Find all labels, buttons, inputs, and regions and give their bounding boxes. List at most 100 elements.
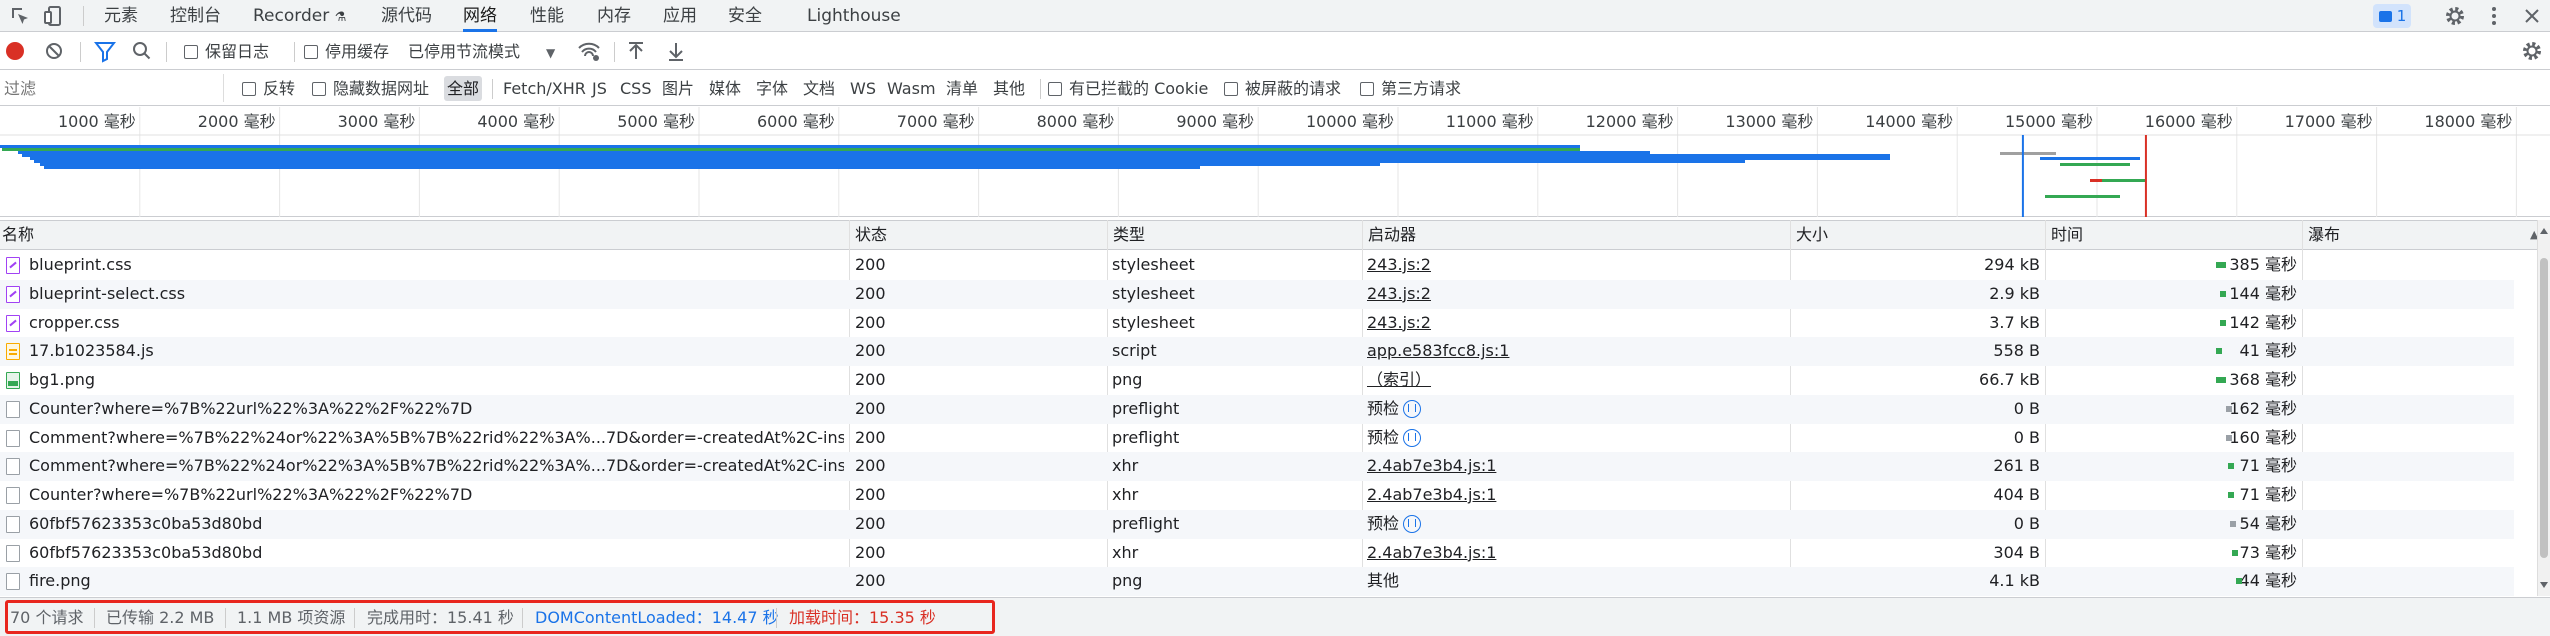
preflight-icon[interactable]	[1403, 428, 1422, 447]
tab-lighthouse[interactable]: Lighthouse	[807, 0, 901, 32]
tab-security[interactable]: 安全	[728, 0, 762, 32]
filter-input[interactable]	[0, 74, 224, 102]
request-name[interactable]: Comment?where=%7B%22%24or%22%3A%5B%7B%22…	[29, 424, 844, 453]
request-name[interactable]: blueprint-select.css	[29, 280, 844, 309]
table-row[interactable]: 60fbf57623353c0ba53d80bd 200 xhr 2.4ab7e3b4…	[0, 539, 2514, 568]
scroll-down-arrow-icon[interactable]	[2540, 582, 2548, 588]
hide-data-urls-checkbox[interactable]: 隐藏数据网址	[312, 71, 429, 106]
table-row[interactable]: 60fbf57623353c0ba53d80bd 200 preflight 预检 0 …	[0, 509, 2514, 539]
table-row[interactable]: bg1.png 200 png （索引） 66.7 kB 368 毫秒	[0, 366, 2514, 395]
initiator-text[interactable]: 243.js:2	[1367, 284, 1431, 303]
tab-performance[interactable]: 性能	[530, 0, 564, 32]
blocked-cookies-checkbox[interactable]: 有已拦截的 Cookie	[1048, 71, 1208, 106]
issues-badge[interactable]: 1	[2373, 4, 2411, 28]
request-name[interactable]: fire.png	[29, 567, 844, 596]
table-row[interactable]: blueprint-select.css 200 stylesheet 243.js:…	[0, 279, 2514, 309]
network-settings-gear-icon[interactable]	[2520, 33, 2544, 70]
waterfall-bar[interactable]	[2220, 290, 2226, 297]
tab-console[interactable]: 控制台	[170, 0, 221, 32]
table-row[interactable]: cropper.css 200 stylesheet 243.js:2 3.7 kB 14…	[0, 309, 2514, 338]
inspect-element-icon[interactable]	[8, 4, 32, 28]
table-row[interactable]: Comment?where=%7B%22%24or%22%3A%5B%7B%22…	[0, 452, 2514, 481]
blocked-requests-checkbox[interactable]: 被屏蔽的请求	[1224, 71, 1341, 106]
table-row[interactable]: fire.png 200 png 其他 4.1 kB 44 毫秒	[0, 567, 2514, 596]
preflight-icon[interactable]	[1403, 514, 1422, 533]
table-row[interactable]: Counter?where=%7B%22url%22%3A%22%2F%22%7…	[0, 394, 2514, 424]
column-header-time[interactable]: 时间	[2049, 221, 2083, 249]
table-row[interactable]: blueprint.css 200 stylesheet 243.js:2 294 kB…	[0, 251, 2514, 280]
request-name[interactable]: 60fbf57623353c0ba53d80bd	[29, 539, 844, 568]
type-filter-img[interactable]: 图片	[659, 76, 697, 101]
clear-icon[interactable]	[44, 33, 64, 70]
type-filter-media[interactable]: 媒体	[706, 76, 744, 101]
invert-checkbox[interactable]: 反转	[242, 71, 295, 106]
type-filter-js[interactable]: JS	[589, 76, 610, 101]
device-toolbar-icon[interactable]	[42, 4, 66, 28]
tab-elements[interactable]: 元素	[104, 0, 138, 32]
waterfall-bar[interactable]	[2228, 463, 2234, 470]
tab-memory[interactable]: 内存	[597, 0, 631, 32]
waterfall-bar[interactable]	[2226, 434, 2232, 441]
table-row[interactable]: 17.b1023584.js 200 script app.e583fcc8.js:1…	[0, 337, 2514, 366]
initiator-text[interactable]: app.e583fcc8.js:1	[1367, 341, 1509, 360]
waterfall-bar[interactable]	[2228, 492, 2234, 498]
request-name[interactable]: 17.b1023584.js	[29, 337, 844, 366]
waterfall-bar[interactable]	[2220, 319, 2226, 326]
type-filter-other[interactable]: 其他	[990, 76, 1028, 101]
throttling-select[interactable]: 已停用节流模式 ▼	[408, 33, 555, 70]
waterfall-bar[interactable]	[2226, 405, 2232, 412]
settings-gear-icon[interactable]	[2443, 4, 2467, 28]
request-name[interactable]: Counter?where=%7B%22url%22%3A%22%2F%22%7…	[29, 395, 844, 424]
tab-recorder[interactable]: Recorder ⚗	[253, 0, 346, 32]
initiator-text[interactable]: 243.js:2	[1367, 313, 1431, 332]
waterfall-bar[interactable]	[2216, 377, 2226, 383]
preflight-icon[interactable]	[1403, 399, 1422, 418]
type-filter-wasm[interactable]: Wasm	[884, 76, 939, 101]
tab-application[interactable]: 应用	[663, 0, 697, 32]
table-row[interactable]: Comment?where=%7B%22%24or%22%3A%5B%7B%22…	[0, 424, 2514, 453]
waterfall-bar[interactable]	[2232, 549, 2238, 556]
request-name[interactable]: blueprint.css	[29, 251, 844, 280]
request-name[interactable]: Comment?where=%7B%22%24or%22%3A%5B%7B%22…	[29, 452, 844, 481]
initiator-text[interactable]: 243.js:2	[1367, 255, 1431, 274]
import-har-icon[interactable]	[626, 33, 646, 70]
vertical-scrollbar[interactable]	[2537, 220, 2550, 596]
type-filter-all[interactable]: 全部	[444, 76, 483, 101]
search-icon[interactable]	[132, 33, 152, 70]
type-filter-font[interactable]: 字体	[753, 76, 791, 101]
column-header-status[interactable]: 状态	[853, 221, 887, 249]
waterfall-bar[interactable]	[2236, 578, 2242, 585]
initiator-text[interactable]: （索引）	[1367, 370, 1431, 389]
scroll-up-arrow-icon[interactable]	[2540, 228, 2548, 234]
column-header-type[interactable]: 类型	[1111, 221, 1145, 249]
preserve-log-checkbox[interactable]: 保留日志	[184, 33, 269, 70]
tab-sources[interactable]: 源代码	[381, 0, 432, 32]
waterfall-bar[interactable]	[2216, 348, 2222, 355]
request-name[interactable]: 60fbf57623353c0ba53d80bd	[29, 510, 844, 539]
request-name[interactable]: Counter?where=%7B%22url%22%3A%22%2F%22%7…	[29, 481, 844, 510]
column-header-size[interactable]: 大小	[1794, 221, 1828, 249]
filter-icon[interactable]	[93, 33, 117, 70]
type-filter-fetch-xhr[interactable]: Fetch/XHR	[500, 76, 589, 101]
more-options-icon[interactable]	[2482, 4, 2506, 28]
waterfall-bar[interactable]	[2216, 262, 2226, 268]
initiator-text[interactable]: 2.4ab7e3b4.js:1	[1367, 485, 1496, 504]
column-header-name[interactable]: 名称	[0, 221, 34, 249]
type-filter-manifest[interactable]: 清单	[943, 76, 981, 101]
record-button[interactable]	[6, 42, 24, 60]
column-header-waterfall[interactable]: 瀑布	[2306, 221, 2340, 249]
type-filter-css[interactable]: CSS	[617, 76, 654, 101]
type-filter-doc[interactable]: 文档	[800, 76, 838, 101]
waterfall-bar[interactable]	[2230, 520, 2236, 527]
close-icon[interactable]	[2520, 4, 2544, 28]
network-overview[interactable]: 1000 毫秒 2000 毫秒 3000 毫秒 4000 毫秒 5000 毫秒 6000 …	[0, 107, 2550, 217]
request-name[interactable]: cropper.css	[29, 309, 844, 338]
export-har-icon[interactable]	[666, 33, 686, 70]
type-filter-ws[interactable]: WS	[847, 76, 879, 101]
disable-cache-checkbox[interactable]: 停用缓存	[304, 33, 389, 70]
request-name[interactable]: bg1.png	[29, 366, 844, 395]
initiator-text[interactable]: 2.4ab7e3b4.js:1	[1367, 456, 1496, 475]
tab-network[interactable]: 网络	[463, 0, 497, 32]
table-row[interactable]: Counter?where=%7B%22url%22%3A%22%2F%22%7…	[0, 481, 2514, 510]
network-conditions-icon[interactable]	[576, 33, 602, 70]
